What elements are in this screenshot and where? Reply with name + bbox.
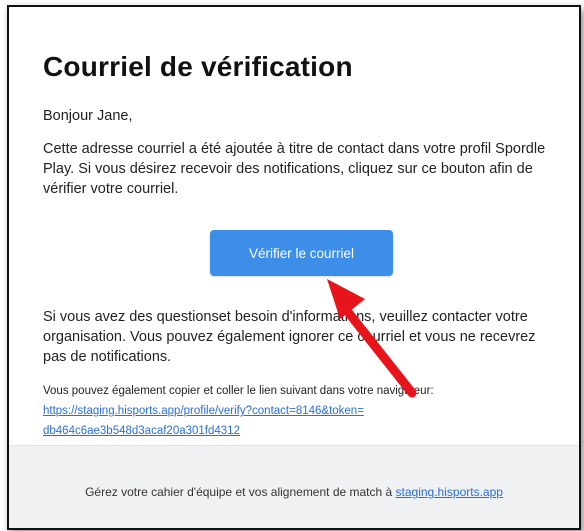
email-body: Courriel de vérification Bonjour Jane, C… — [9, 7, 579, 445]
verify-link-line-1[interactable]: https://staging.hisports.app/profile/ver… — [43, 405, 364, 417]
copy-link-label: Vous pouvez également copier et coller l… — [43, 385, 434, 397]
intro-paragraph: Cette adresse courriel a été ajoutée à t… — [43, 141, 546, 197]
verify-email-button[interactable]: Vérifier le courriel — [210, 230, 393, 276]
footer-text: Gérez votre cahier d'équipe et vos align… — [9, 485, 579, 499]
email-footer: Gérez votre cahier d'équipe et vos align… — [9, 445, 579, 528]
footer-link[interactable]: staging.hisports.app — [396, 485, 503, 499]
email-title: Courriel de vérification — [43, 51, 353, 82]
email-frame: Courriel de vérification Bonjour Jane, C… — [7, 5, 581, 530]
verify-link-line-2[interactable]: db464c6ae3b548d3acaf20a301fd4312 — [43, 425, 240, 437]
info-paragraph: Si vous avez des questionset besoin d'in… — [43, 309, 536, 365]
footer-message: Gérez votre cahier d'équipe et vos align… — [85, 485, 396, 499]
greeting-text: Bonjour Jane, — [43, 108, 133, 124]
